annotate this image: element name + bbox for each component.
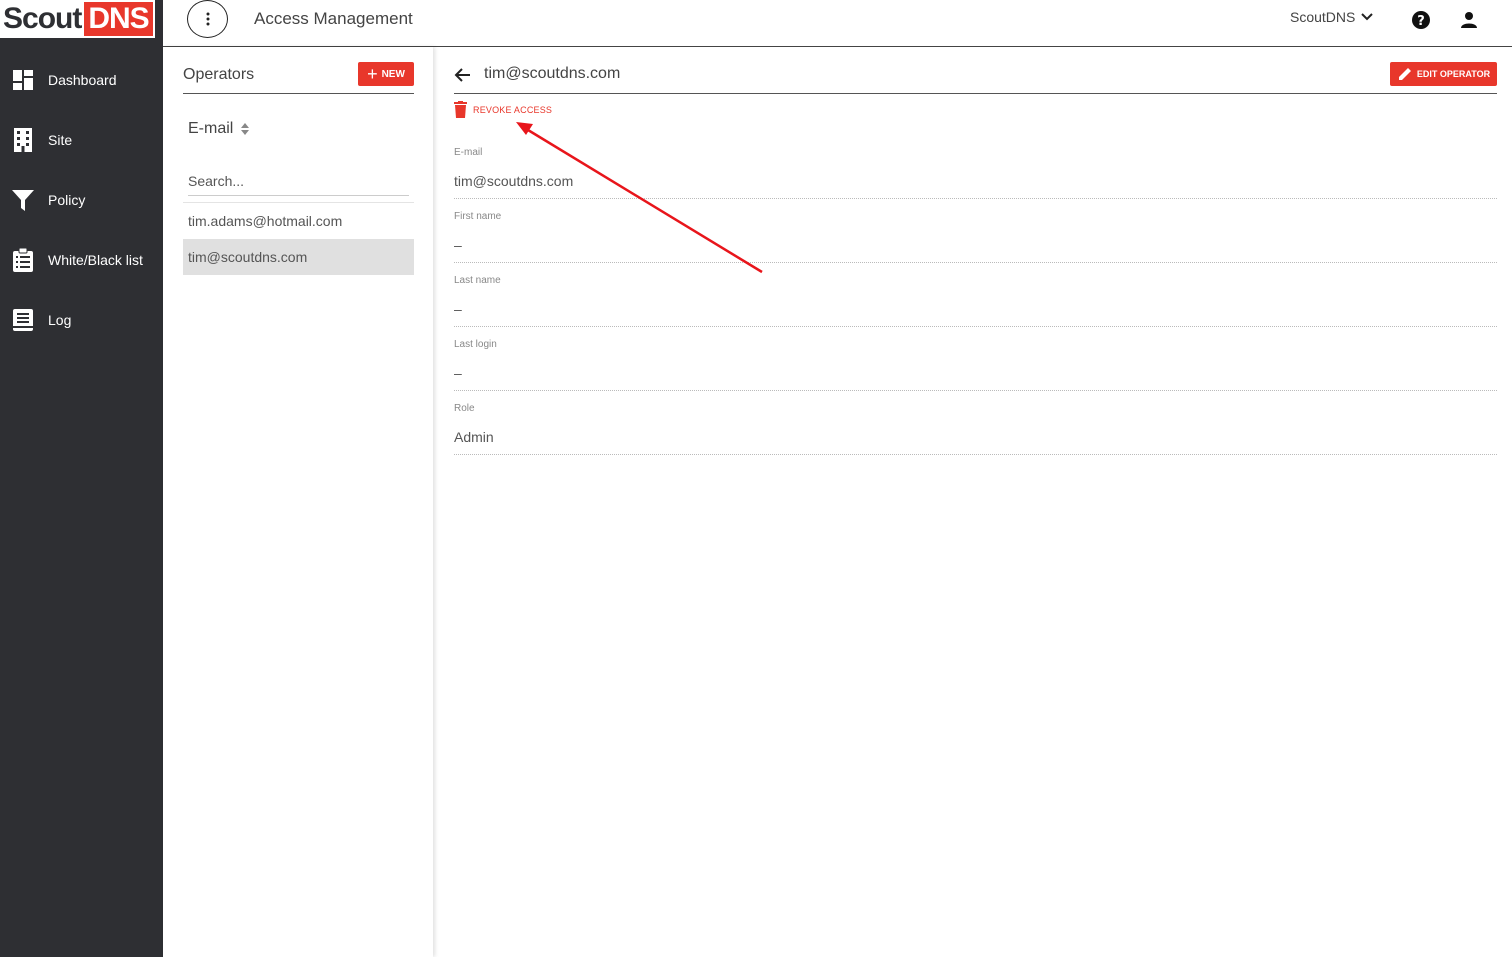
last-login-field: Last login –	[454, 339, 1497, 391]
new-operator-button[interactable]: + NEW	[358, 62, 414, 86]
user-account-button[interactable]	[1458, 9, 1480, 31]
sort-email-header[interactable]: E-mail	[188, 120, 250, 138]
operators-header: Operators + NEW	[183, 61, 414, 94]
sidebar-item-label: Dashboard	[48, 72, 117, 88]
sidebar-item-white-black-list[interactable]: White/Black list	[0, 230, 163, 290]
sidebar-item-label: Policy	[48, 192, 86, 208]
org-selector-label: ScoutDNS	[1290, 9, 1356, 25]
revoke-access-button[interactable]: REVOKE ACCESS	[454, 101, 552, 118]
sidebar-item-label: White/Black list	[48, 252, 143, 268]
list-item[interactable]: tim.adams@hotmail.com	[183, 203, 414, 239]
operators-title: Operators	[183, 66, 255, 83]
logo-text-scout: Scout	[3, 2, 82, 35]
dashboard-icon	[11, 68, 35, 92]
top-bar: Access Management ScoutDNS ?	[163, 0, 1512, 47]
trash-icon	[454, 101, 467, 118]
sidebar: Scout DNS Dashboard Site Policy White/Bl…	[0, 0, 163, 957]
clipboard-list-icon	[11, 248, 35, 272]
field-label: First name	[454, 211, 502, 222]
first-name-field: First name –	[454, 211, 1497, 263]
operators-list: tim.adams@hotmail.com tim@scoutdns.com	[183, 202, 414, 275]
field-label: Last name	[454, 275, 501, 286]
sidebar-item-label: Site	[48, 132, 73, 148]
detail-header: tim@scoutdns.com EDIT OPERATOR	[454, 61, 1497, 94]
org-selector[interactable]: ScoutDNS	[1290, 9, 1374, 25]
book-icon	[11, 308, 35, 332]
pencil-icon	[1398, 68, 1411, 80]
sidebar-item-policy[interactable]: Policy	[0, 170, 163, 230]
sort-icon	[241, 123, 250, 135]
logo-text-dns: DNS	[84, 2, 153, 36]
sidebar-nav: Dashboard Site Policy White/Black list L…	[0, 50, 163, 350]
edit-operator-button[interactable]: EDIT OPERATOR	[1390, 62, 1497, 86]
user-icon	[1461, 12, 1477, 28]
sidebar-item-dashboard[interactable]: Dashboard	[0, 50, 163, 110]
new-button-label: NEW	[381, 68, 405, 80]
building-icon	[11, 128, 35, 152]
detail-title: tim@scoutdns.com	[484, 65, 621, 82]
field-value: –	[454, 301, 462, 317]
field-value: –	[454, 237, 462, 253]
field-label: Role	[454, 403, 475, 414]
help-icon: ?	[1412, 11, 1430, 29]
field-label: E-mail	[454, 147, 483, 158]
edit-button-label: EDIT OPERATOR	[1416, 69, 1491, 79]
sidebar-item-label: Log	[48, 312, 72, 328]
more-menu-button[interactable]	[187, 0, 228, 38]
sort-column-label: E-mail	[188, 120, 234, 137]
search-input[interactable]	[188, 167, 409, 196]
role-field: Role Admin	[454, 403, 1497, 455]
page-title: Access Management	[254, 9, 413, 28]
revoke-access-label: REVOKE ACCESS	[473, 104, 553, 115]
help-button[interactable]: ?	[1411, 10, 1431, 30]
field-value: Admin	[454, 429, 494, 445]
chevron-down-icon	[1361, 13, 1374, 21]
email-field: E-mail tim@scoutdns.com	[454, 147, 1497, 199]
field-value: –	[454, 365, 462, 381]
svg-text:?: ?	[1417, 14, 1425, 29]
sidebar-item-site[interactable]: Site	[0, 110, 163, 170]
kebab-icon	[206, 12, 209, 26]
scoutdns-logo[interactable]: Scout DNS	[0, 0, 155, 38]
arrow-left-icon	[454, 68, 470, 82]
operators-panel: Operators + NEW E-mail tim.adams@hotmail…	[163, 47, 433, 957]
plus-icon: +	[367, 64, 378, 84]
field-value: tim@scoutdns.com	[454, 173, 574, 189]
sidebar-item-log[interactable]: Log	[0, 290, 163, 350]
field-label: Last login	[454, 339, 497, 350]
last-name-field: Last name –	[454, 275, 1497, 327]
back-button[interactable]	[454, 66, 472, 84]
filter-icon	[11, 188, 35, 212]
list-item-selected[interactable]: tim@scoutdns.com	[183, 239, 414, 275]
